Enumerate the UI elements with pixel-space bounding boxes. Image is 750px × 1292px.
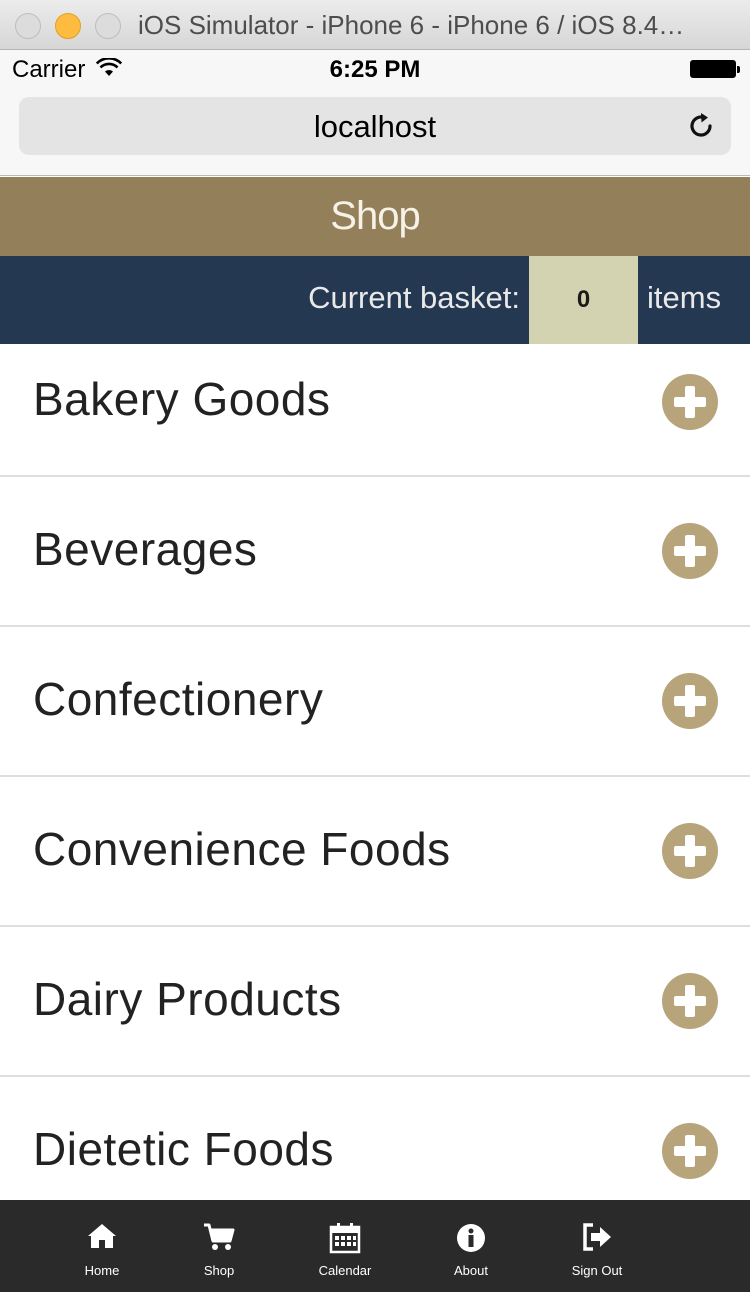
page-title: Shop [0, 177, 750, 256]
window-close-button[interactable] [15, 13, 41, 39]
add-dairy-products-button[interactable] [662, 973, 718, 1029]
status-time: 6:25 PM [329, 56, 421, 83]
reload-icon[interactable] [685, 110, 717, 142]
add-beverages-button[interactable] [662, 523, 718, 579]
category-label: Dietetic Foods [33, 1123, 335, 1175]
category-label: Convenience Foods [33, 823, 451, 875]
add-bakery-goods-button[interactable] [662, 374, 718, 430]
tab-shop-label: Shop [203, 1263, 235, 1278]
category-label: Dairy Products [33, 973, 342, 1025]
bottom-tab-bar: Home Shop Calendar About Sign Out [0, 1200, 750, 1292]
tab-home[interactable]: Home [52, 1200, 152, 1292]
simulator-title-bar: iOS Simulator - iPhone 6 - iPhone 6 / iO… [0, 0, 750, 50]
basket-unit-label: items [647, 280, 722, 315]
basket-bar: Current basket: 0 items [0, 256, 750, 344]
battery-icon [690, 60, 740, 78]
basket-count: 0 [529, 256, 638, 344]
tab-sign-out[interactable]: Sign Out [547, 1200, 647, 1292]
tab-sign-out-label: Sign Out [571, 1263, 623, 1278]
category-item-bakery-goods[interactable]: Bakery Goods [0, 344, 750, 477]
category-item-dietetic-foods[interactable]: Dietetic Foods [0, 1077, 750, 1200]
window-title: iOS Simulator - iPhone 6 - iPhone 6 / iO… [138, 10, 685, 40]
tab-home-label: Home [84, 1263, 120, 1278]
info-icon [457, 1224, 485, 1252]
tab-calendar[interactable]: Calendar [295, 1200, 395, 1292]
category-list: Bakery Goods Beverages Confectionery Con… [0, 344, 750, 1200]
tab-shop[interactable]: Shop [169, 1200, 269, 1292]
calendar-icon [329, 1223, 361, 1254]
add-convenience-foods-button[interactable] [662, 823, 718, 879]
category-item-convenience-foods[interactable]: Convenience Foods [0, 777, 750, 927]
category-item-dairy-products[interactable]: Dairy Products [0, 927, 750, 1077]
add-dietetic-foods-button[interactable] [662, 1123, 718, 1179]
address-bar[interactable]: localhost [19, 97, 731, 155]
basket-label: Current basket: [308, 280, 520, 315]
browser-toolbar: localhost [0, 88, 750, 176]
category-label: Confectionery [33, 673, 324, 725]
address-text: localhost [313, 109, 437, 144]
cart-icon [204, 1223, 235, 1250]
window-zoom-button[interactable] [95, 13, 121, 39]
add-confectionery-button[interactable] [662, 673, 718, 729]
tab-about[interactable]: About [421, 1200, 521, 1292]
sign-out-icon [583, 1223, 611, 1251]
status-bar: Carrier 6:25 PM [0, 50, 750, 88]
category-label: Beverages [33, 523, 258, 575]
category-label: Bakery Goods [33, 373, 331, 425]
home-icon [88, 1224, 116, 1248]
category-item-confectionery[interactable]: Confectionery [0, 627, 750, 777]
tab-about-label: About [454, 1263, 488, 1278]
window-minimize-button[interactable] [55, 13, 81, 39]
category-item-beverages[interactable]: Beverages [0, 477, 750, 627]
tab-calendar-label: Calendar [318, 1263, 372, 1278]
